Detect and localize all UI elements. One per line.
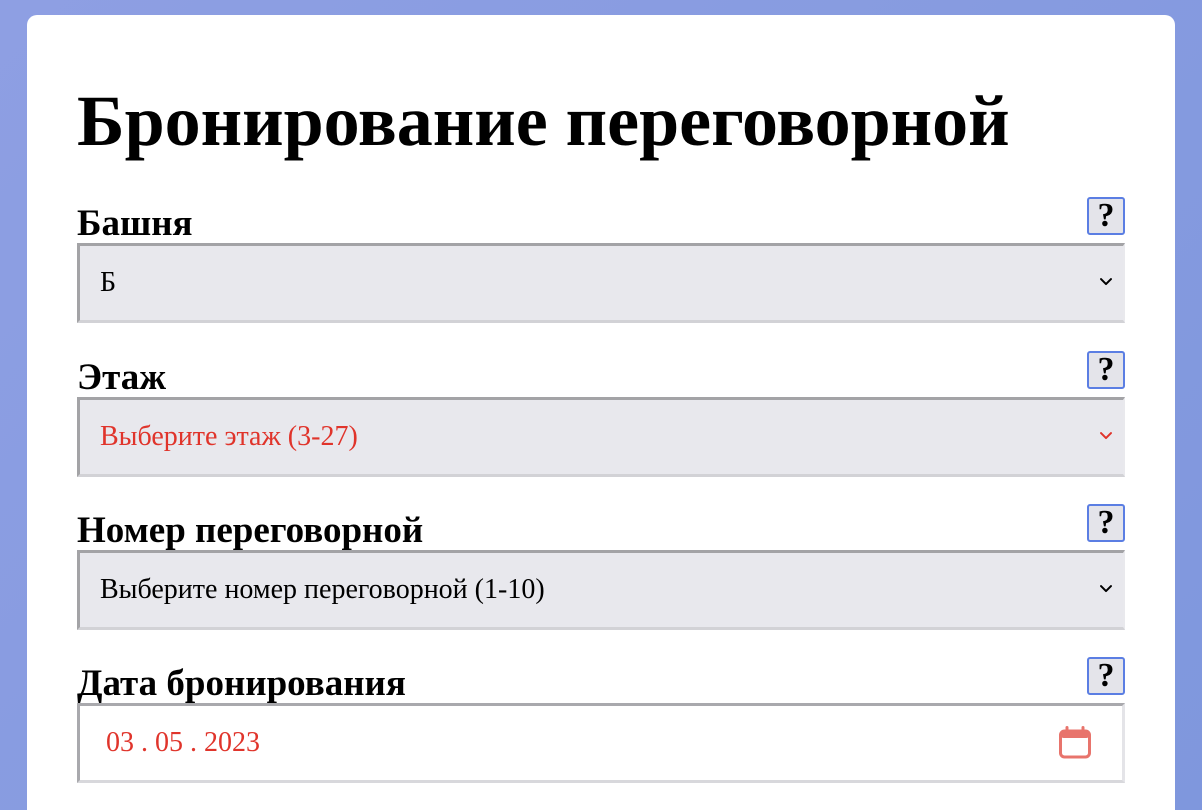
room-select-placeholder: Выберите номер переговорной (1-10) bbox=[100, 574, 545, 605]
calendar-icon[interactable] bbox=[1058, 726, 1092, 760]
floor-select-placeholder: Выберите этаж (3-27) bbox=[100, 421, 358, 452]
tower-label: Башня bbox=[77, 203, 193, 244]
date-input[interactable]: 03 . 05 . 2023 bbox=[77, 703, 1125, 783]
tower-select-value: Б bbox=[100, 267, 117, 298]
room-select[interactable]: Выберите номер переговорной (1-10) bbox=[77, 550, 1125, 630]
date-input-value: 03 . 05 . 2023 bbox=[106, 727, 260, 758]
room-label: Номер переговорной bbox=[77, 510, 424, 551]
booking-form-card: Бронирование переговорной Башня ? Б Этаж… bbox=[27, 15, 1175, 810]
chevron-down-icon bbox=[1100, 278, 1112, 286]
chevron-down-icon bbox=[1100, 585, 1112, 593]
room-help-button[interactable]: ? bbox=[1087, 504, 1125, 542]
chevron-down-icon bbox=[1100, 432, 1112, 440]
floor-label: Этаж bbox=[77, 357, 167, 398]
page-title: Бронирование переговорной bbox=[77, 81, 1010, 161]
date-label: Дата бронирования bbox=[77, 663, 406, 704]
floor-select[interactable]: Выберите этаж (3-27) bbox=[77, 397, 1125, 477]
tower-help-button[interactable]: ? bbox=[1087, 197, 1125, 235]
floor-help-button[interactable]: ? bbox=[1087, 351, 1125, 389]
date-help-button[interactable]: ? bbox=[1087, 657, 1125, 695]
tower-select[interactable]: Б bbox=[77, 243, 1125, 323]
